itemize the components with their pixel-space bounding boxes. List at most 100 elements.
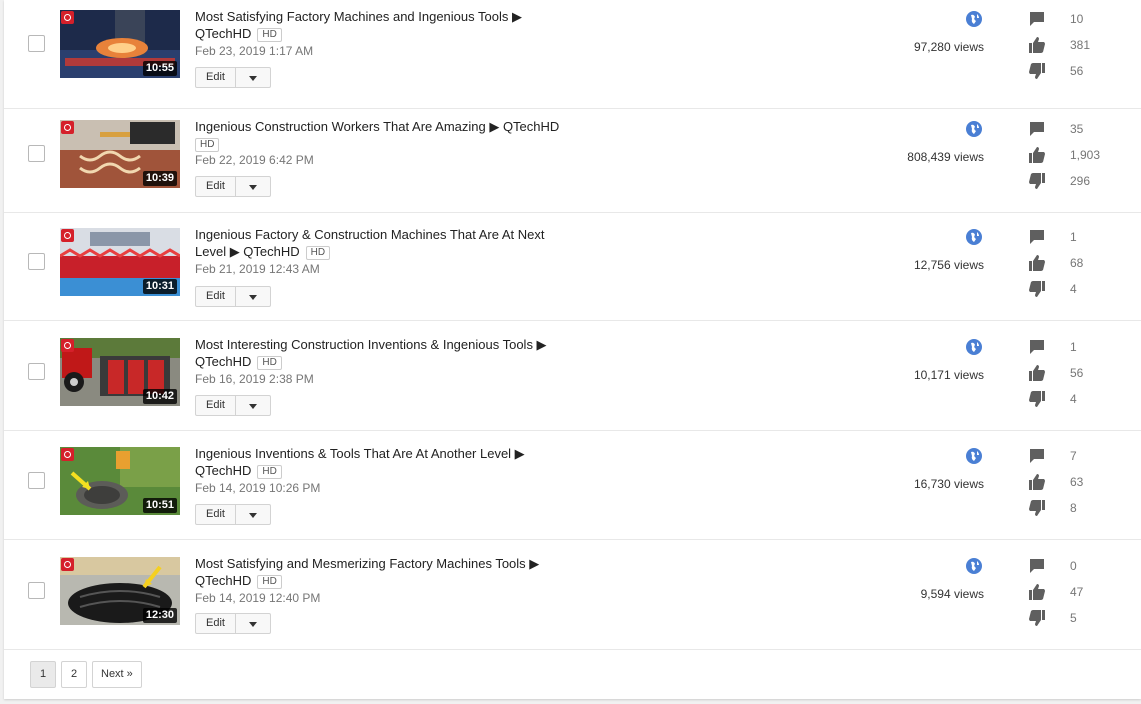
row-select-checkbox[interactable] — [28, 145, 45, 162]
hd-badge: HD — [305, 246, 331, 260]
dislike-count: 8 — [1070, 501, 1077, 515]
hd-badge: HD — [195, 138, 220, 152]
thumbs-up-icon[interactable] — [1028, 146, 1046, 164]
edit-button[interactable]: Edit — [195, 176, 236, 197]
globe-icon — [966, 121, 982, 137]
thumbs-up-icon[interactable] — [1028, 473, 1046, 491]
video-thumbnail[interactable]: 10:55 — [60, 10, 180, 78]
view-count: 97,280 views — [913, 40, 984, 54]
channel-badge — [61, 229, 74, 242]
dislike-count: 4 — [1070, 282, 1077, 296]
view-count: 12,756 views — [913, 258, 984, 272]
video-title[interactable]: Ingenious Construction Workers That Are … — [195, 118, 567, 152]
edit-button-group: Edit — [195, 395, 271, 416]
video-duration: 10:51 — [142, 498, 177, 513]
video-title-line1: Ingenious Factory & Construction Machine… — [195, 227, 545, 242]
channel-badge — [61, 339, 74, 352]
video-row: 10:51 Ingenious Inventions & Tools That … — [4, 431, 1141, 540]
edit-dropdown-arrow[interactable] — [235, 286, 271, 307]
like-count: 56 — [1070, 366, 1084, 380]
video-row: 10:31 Ingenious Factory & Construction M… — [4, 212, 1141, 321]
edit-button[interactable]: Edit — [195, 395, 236, 416]
row-select-checkbox[interactable] — [28, 363, 45, 380]
edit-dropdown-arrow[interactable] — [235, 613, 271, 634]
video-duration: 10:42 — [142, 389, 177, 404]
edit-button[interactable]: Edit — [195, 286, 236, 307]
video-thumbnail[interactable]: 10:42 — [60, 338, 180, 406]
next-page-button[interactable]: Next » — [92, 661, 142, 688]
channel-badge — [61, 558, 74, 571]
channel-badge — [61, 121, 74, 134]
video-title[interactable]: Most Interesting Construction Inventions… — [195, 336, 567, 370]
globe-icon — [966, 448, 982, 464]
video-title[interactable]: Most Satisfying Factory Machines and Ing… — [195, 8, 567, 42]
thumbs-down-icon[interactable] — [1028, 280, 1046, 298]
page-2-button[interactable]: 2 — [61, 661, 87, 688]
row-select-checkbox[interactable] — [28, 253, 45, 270]
comment-count: 7 — [1070, 449, 1077, 463]
dislike-count: 56 — [1070, 64, 1084, 78]
edit-button[interactable]: Edit — [195, 504, 236, 525]
comment-icon — [1030, 122, 1044, 136]
dislike-count: 296 — [1070, 174, 1091, 188]
edit-button-group: Edit — [195, 176, 271, 197]
thumbs-up-icon[interactable] — [1028, 583, 1046, 601]
comment-icon — [1030, 559, 1044, 573]
video-thumbnail[interactable]: 10:31 — [60, 228, 180, 296]
video-title-line2: QTechHD — [195, 573, 252, 588]
edit-dropdown-arrow[interactable] — [235, 504, 271, 525]
view-count: 808,439 views — [907, 150, 984, 164]
upload-date: Feb 22, 2019 6:42 PM — [195, 153, 314, 167]
video-title-line1: Ingenious Inventions & Tools That Are At… — [195, 446, 525, 461]
video-thumbnail[interactable]: 10:51 — [60, 447, 180, 515]
globe-icon — [966, 339, 982, 355]
video-title-line1: Most Satisfying Factory Machines and Ing… — [195, 9, 522, 24]
edit-button-group: Edit — [195, 504, 271, 525]
thumbs-up-icon[interactable] — [1028, 36, 1046, 54]
row-select-checkbox[interactable] — [28, 35, 45, 52]
thumbs-down-icon[interactable] — [1028, 62, 1046, 80]
video-title[interactable]: Ingenious Inventions & Tools That Are At… — [195, 445, 567, 479]
globe-icon — [966, 558, 982, 574]
thumbs-down-icon[interactable] — [1028, 499, 1046, 517]
edit-dropdown-arrow[interactable] — [235, 395, 271, 416]
like-count: 1,903 — [1070, 148, 1101, 162]
dislike-count: 5 — [1070, 611, 1077, 625]
dislike-count: 4 — [1070, 392, 1077, 406]
hd-badge: HD — [257, 575, 282, 589]
like-count: 381 — [1070, 38, 1091, 52]
video-title-line1: Most Interesting Construction Inventions… — [195, 337, 547, 352]
video-list-panel: 10:55 Most Satisfying Factory Machines a… — [4, 0, 1141, 699]
upload-date: Feb 23, 2019 1:17 AM — [195, 44, 314, 58]
video-title[interactable]: Most Satisfying and Mesmerizing Factory … — [195, 555, 567, 589]
video-title-line2: QTechHD — [195, 26, 252, 41]
thumbs-down-icon[interactable] — [1028, 390, 1046, 408]
hd-badge: HD — [257, 465, 282, 479]
thumbs-down-icon[interactable] — [1028, 609, 1046, 627]
globe-icon — [966, 229, 982, 245]
edit-dropdown-arrow[interactable] — [235, 67, 271, 88]
edit-button[interactable]: Edit — [195, 613, 236, 634]
channel-badge — [61, 448, 74, 461]
view-count: 16,730 views — [913, 477, 984, 491]
video-title[interactable]: Ingenious Factory & Construction Machine… — [195, 226, 567, 260]
thumbs-up-icon[interactable] — [1028, 364, 1046, 382]
comment-icon — [1030, 449, 1044, 463]
thumbs-up-icon[interactable] — [1028, 254, 1046, 272]
video-title-line2: QTechHD — [195, 463, 252, 478]
upload-date: Feb 16, 2019 2:38 PM — [195, 372, 314, 386]
row-select-checkbox[interactable] — [28, 472, 45, 489]
video-row: 10:39 Ingenious Construction Workers Tha… — [4, 104, 1141, 213]
page-1-button[interactable]: 1 — [30, 661, 56, 688]
video-thumbnail[interactable]: 10:39 — [60, 120, 180, 188]
like-count: 63 — [1070, 475, 1084, 489]
thumbs-down-icon[interactable] — [1028, 172, 1046, 190]
comment-icon — [1030, 340, 1044, 354]
globe-icon — [966, 11, 982, 27]
upload-date: Feb 14, 2019 12:40 PM — [195, 591, 321, 605]
video-thumbnail[interactable]: 12:30 — [60, 557, 180, 625]
view-count: 10,171 views — [913, 368, 984, 382]
row-select-checkbox[interactable] — [28, 582, 45, 599]
edit-dropdown-arrow[interactable] — [235, 176, 271, 197]
edit-button[interactable]: Edit — [195, 67, 236, 88]
